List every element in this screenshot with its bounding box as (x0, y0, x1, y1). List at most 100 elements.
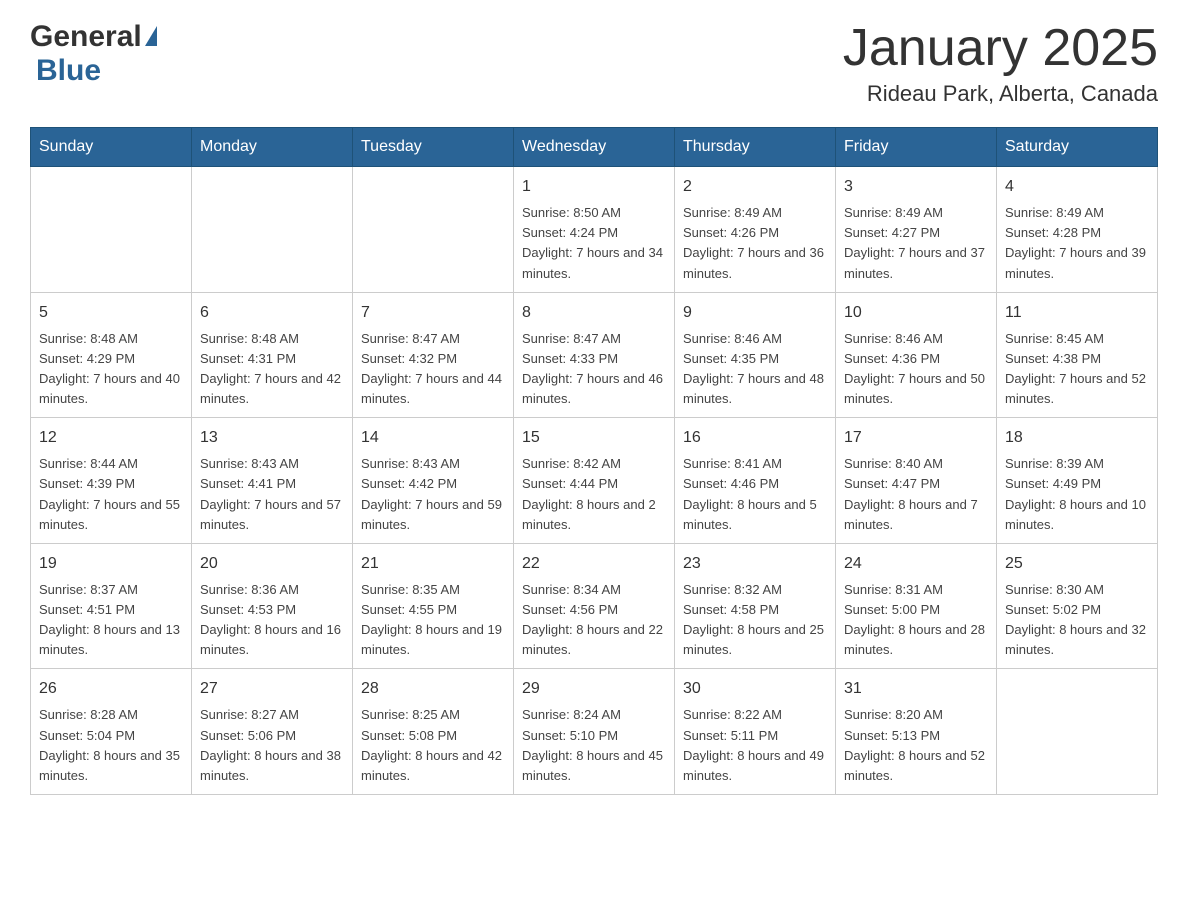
day-number: 24 (844, 552, 988, 576)
day-info: Sunrise: 8:43 AMSunset: 4:41 PMDaylight:… (200, 454, 344, 535)
logo: General Blue (30, 20, 157, 88)
calendar-day-27: 27 Sunrise: 8:27 AMSunset: 5:06 PMDayligh… (192, 669, 353, 795)
calendar-day-15: 15 Sunrise: 8:42 AMSunset: 4:44 PMDayligh… (514, 418, 675, 544)
calendar-day-8: 8 Sunrise: 8:47 AMSunset: 4:33 PMDaylight… (514, 292, 675, 418)
day-number: 13 (200, 426, 344, 450)
day-info: Sunrise: 8:35 AMSunset: 4:55 PMDaylight:… (361, 580, 505, 661)
day-info: Sunrise: 8:24 AMSunset: 5:10 PMDaylight:… (522, 705, 666, 786)
day-number: 11 (1005, 301, 1149, 325)
day-number: 14 (361, 426, 505, 450)
day-number: 8 (522, 301, 666, 325)
day-info: Sunrise: 8:49 AMSunset: 4:27 PMDaylight:… (844, 203, 988, 284)
calendar-day-23: 23 Sunrise: 8:32 AMSunset: 4:58 PMDayligh… (675, 543, 836, 669)
day-info: Sunrise: 8:46 AMSunset: 4:36 PMDaylight:… (844, 329, 988, 410)
day-info: Sunrise: 8:34 AMSunset: 4:56 PMDaylight:… (522, 580, 666, 661)
calendar-table: SundayMondayTuesdayWednesdayThursdayFrid… (30, 127, 1158, 795)
day-number: 29 (522, 677, 666, 701)
day-info: Sunrise: 8:37 AMSunset: 4:51 PMDaylight:… (39, 580, 183, 661)
day-info: Sunrise: 8:47 AMSunset: 4:32 PMDaylight:… (361, 329, 505, 410)
calendar-empty-cell (31, 167, 192, 293)
calendar-day-25: 25 Sunrise: 8:30 AMSunset: 5:02 PMDayligh… (997, 543, 1158, 669)
calendar-week-row: 19 Sunrise: 8:37 AMSunset: 4:51 PMDayligh… (31, 543, 1158, 669)
calendar-day-4: 4 Sunrise: 8:49 AMSunset: 4:28 PMDaylight… (997, 167, 1158, 293)
day-info: Sunrise: 8:32 AMSunset: 4:58 PMDaylight:… (683, 580, 827, 661)
day-number: 4 (1005, 175, 1149, 199)
calendar-day-18: 18 Sunrise: 8:39 AMSunset: 4:49 PMDayligh… (997, 418, 1158, 544)
calendar-empty-cell (192, 167, 353, 293)
calendar-day-5: 5Sunrise: 8:48 AMSunset: 4:29 PMDaylight… (31, 292, 192, 418)
weekday-header-saturday: Saturday (997, 128, 1158, 167)
calendar-day-28: 28 Sunrise: 8:25 AMSunset: 5:08 PMDayligh… (353, 669, 514, 795)
calendar-day-1: 1Sunrise: 8:50 AMSunset: 4:24 PMDaylight… (514, 167, 675, 293)
day-number: 25 (1005, 552, 1149, 576)
calendar-day-24: 24 Sunrise: 8:31 AMSunset: 5:00 PMDayligh… (836, 543, 997, 669)
day-number: 1 (522, 175, 666, 199)
calendar-day-31: 31Sunrise: 8:20 AMSunset: 5:13 PMDayligh… (836, 669, 997, 795)
day-info: Sunrise: 8:48 AMSunset: 4:31 PMDaylight:… (200, 329, 344, 410)
calendar-day-13: 13 Sunrise: 8:43 AMSunset: 4:41 PMDayligh… (192, 418, 353, 544)
day-info: Sunrise: 8:49 AMSunset: 4:28 PMDaylight:… (1005, 203, 1149, 284)
day-info: Sunrise: 8:27 AMSunset: 5:06 PMDaylight:… (200, 705, 344, 786)
weekday-header-row: SundayMondayTuesdayWednesdayThursdayFrid… (31, 128, 1158, 167)
calendar-day-16: 16 Sunrise: 8:41 AMSunset: 4:46 PMDayligh… (675, 418, 836, 544)
day-info: Sunrise: 8:47 AMSunset: 4:33 PMDaylight:… (522, 329, 666, 410)
day-number: 21 (361, 552, 505, 576)
calendar-week-row: 5Sunrise: 8:48 AMSunset: 4:29 PMDaylight… (31, 292, 1158, 418)
weekday-header-monday: Monday (192, 128, 353, 167)
calendar-day-3: 3 Sunrise: 8:49 AMSunset: 4:27 PMDaylight… (836, 167, 997, 293)
day-info: Sunrise: 8:41 AMSunset: 4:46 PMDaylight:… (683, 454, 827, 535)
weekday-header-friday: Friday (836, 128, 997, 167)
day-info: Sunrise: 8:31 AMSunset: 5:00 PMDaylight:… (844, 580, 988, 661)
day-number: 20 (200, 552, 344, 576)
calendar-week-row: 26Sunrise: 8:28 AMSunset: 5:04 PMDayligh… (31, 669, 1158, 795)
calendar-week-row: 1Sunrise: 8:50 AMSunset: 4:24 PMDaylight… (31, 167, 1158, 293)
day-info: Sunrise: 8:22 AMSunset: 5:11 PMDaylight:… (683, 705, 827, 786)
location-title: Rideau Park, Alberta, Canada (843, 81, 1158, 107)
day-info: Sunrise: 8:39 AMSunset: 4:49 PMDaylight:… (1005, 454, 1149, 535)
calendar-day-14: 14 Sunrise: 8:43 AMSunset: 4:42 PMDayligh… (353, 418, 514, 544)
day-info: Sunrise: 8:30 AMSunset: 5:02 PMDaylight:… (1005, 580, 1149, 661)
day-number: 16 (683, 426, 827, 450)
calendar-day-30: 30Sunrise: 8:22 AMSunset: 5:11 PMDayligh… (675, 669, 836, 795)
day-info: Sunrise: 8:43 AMSunset: 4:42 PMDaylight:… (361, 454, 505, 535)
calendar-day-10: 10 Sunrise: 8:46 AMSunset: 4:36 PMDayligh… (836, 292, 997, 418)
day-number: 2 (683, 175, 827, 199)
title-section: January 2025 Rideau Park, Alberta, Canad… (843, 20, 1158, 107)
day-info: Sunrise: 8:20 AMSunset: 5:13 PMDaylight:… (844, 705, 988, 786)
calendar-day-12: 12Sunrise: 8:44 AMSunset: 4:39 PMDayligh… (31, 418, 192, 544)
day-info: Sunrise: 8:25 AMSunset: 5:08 PMDaylight:… (361, 705, 505, 786)
day-info: Sunrise: 8:42 AMSunset: 4:44 PMDaylight:… (522, 454, 666, 535)
calendar-day-19: 19 Sunrise: 8:37 AMSunset: 4:51 PMDayligh… (31, 543, 192, 669)
calendar-week-row: 12Sunrise: 8:44 AMSunset: 4:39 PMDayligh… (31, 418, 1158, 544)
day-number: 18 (1005, 426, 1149, 450)
calendar-day-7: 7 Sunrise: 8:47 AMSunset: 4:32 PMDaylight… (353, 292, 514, 418)
calendar-day-9: 9 Sunrise: 8:46 AMSunset: 4:35 PMDaylight… (675, 292, 836, 418)
day-number: 15 (522, 426, 666, 450)
month-title: January 2025 (843, 20, 1158, 77)
weekday-header-tuesday: Tuesday (353, 128, 514, 167)
day-number: 27 (200, 677, 344, 701)
day-number: 23 (683, 552, 827, 576)
logo-general-text: General (30, 20, 142, 54)
day-info: Sunrise: 8:46 AMSunset: 4:35 PMDaylight:… (683, 329, 827, 410)
day-number: 12 (39, 426, 183, 450)
day-number: 6 (200, 301, 344, 325)
day-number: 19 (39, 552, 183, 576)
day-number: 9 (683, 301, 827, 325)
calendar-day-20: 20Sunrise: 8:36 AMSunset: 4:53 PMDayligh… (192, 543, 353, 669)
day-number: 28 (361, 677, 505, 701)
calendar-day-17: 17Sunrise: 8:40 AMSunset: 4:47 PMDayligh… (836, 418, 997, 544)
calendar-day-6: 6 Sunrise: 8:48 AMSunset: 4:31 PMDaylight… (192, 292, 353, 418)
calendar-day-21: 21 Sunrise: 8:35 AMSunset: 4:55 PMDayligh… (353, 543, 514, 669)
day-info: Sunrise: 8:48 AMSunset: 4:29 PMDaylight:… (39, 329, 183, 410)
day-info: Sunrise: 8:45 AMSunset: 4:38 PMDaylight:… (1005, 329, 1149, 410)
day-info: Sunrise: 8:49 AMSunset: 4:26 PMDaylight:… (683, 203, 827, 284)
day-number: 3 (844, 175, 988, 199)
day-number: 7 (361, 301, 505, 325)
weekday-header-wednesday: Wednesday (514, 128, 675, 167)
logo-triangle-icon (145, 26, 157, 46)
calendar-day-22: 22Sunrise: 8:34 AMSunset: 4:56 PMDayligh… (514, 543, 675, 669)
logo-blue-text: Blue (36, 54, 101, 88)
day-info: Sunrise: 8:28 AMSunset: 5:04 PMDaylight:… (39, 705, 183, 786)
day-number: 10 (844, 301, 988, 325)
